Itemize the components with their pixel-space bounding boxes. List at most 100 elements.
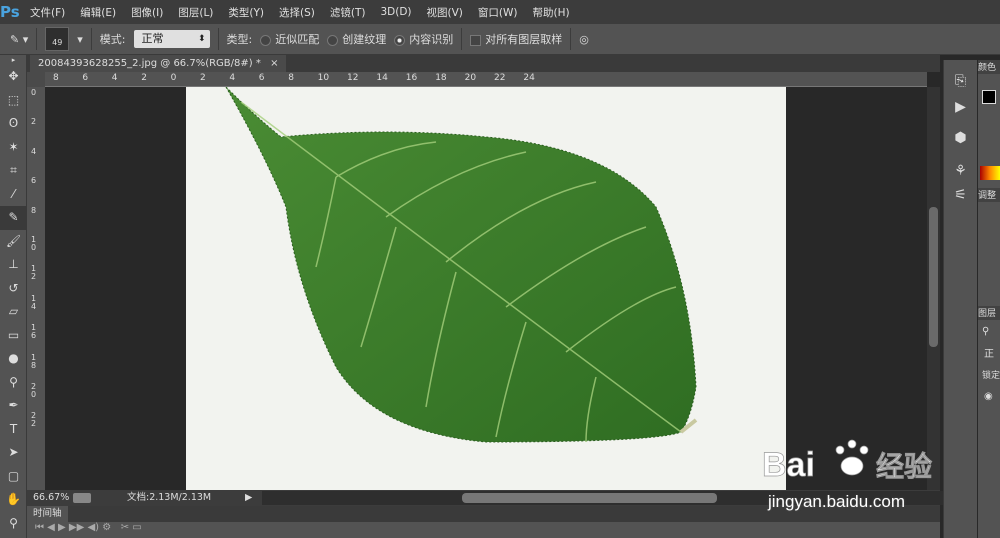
document-tab[interactable]: 20084393628255_2.jpg @ 66.7%(RGB/8#) * × (30, 55, 287, 72)
brush-size-picker[interactable]: 49 (45, 27, 70, 51)
zoom-level[interactable]: 66.67% (33, 490, 69, 506)
radio-proximity-match[interactable]: 近似匹配 (260, 31, 319, 47)
layer-search-icon[interactable]: ⚲ (982, 326, 1000, 337)
photoshop-logo: Ps (0, 3, 20, 21)
vertical-ruler: 0 2 4 6 8 10 12 14 16 18 20 22 (27, 87, 45, 490)
ruler-tick-label: 8 (53, 73, 59, 83)
menu-filter[interactable]: 滤镜(T) (330, 5, 366, 20)
menu-layer[interactable]: 图层(L) (178, 5, 213, 20)
options-bar: ✎ ▾ 49 ▾ 模式: 正常 类型: 近似匹配 创建纹理 内容识别 对所有图层… (0, 24, 1000, 55)
eyedropper-icon[interactable]: ⁄ (0, 183, 27, 207)
ruler-tick-label: 10 (31, 235, 37, 252)
close-tab-icon[interactable]: × (270, 58, 278, 69)
menu-window[interactable]: 窗口(W) (478, 5, 518, 20)
pen-tool-icon[interactable]: ✒ (0, 394, 27, 418)
ruler-tick-label: 4 (31, 146, 37, 156)
lasso-tool-icon[interactable]: ʘ (0, 112, 27, 136)
ruler-tick-label: 6 (82, 73, 89, 83)
eraser-icon[interactable]: ▱ (0, 300, 27, 324)
blur-icon[interactable]: ● (0, 347, 27, 371)
menu-3d[interactable]: 3D(D) (380, 6, 411, 18)
sample-all-layers-checkbox[interactable]: 对所有图层取样 (470, 31, 562, 47)
path-select-icon[interactable]: ➤ (0, 441, 27, 465)
type-label: 类型: (226, 33, 253, 46)
ruler-tick-label: 22 (494, 73, 506, 83)
right-panels: 颜色 调整 图层 ⚲ 正 锁定 ◉ (978, 60, 1000, 538)
mode-select[interactable]: 正常 (133, 30, 210, 48)
svg-text:经验: 经验 (876, 450, 932, 483)
radio-content-aware[interactable]: 内容识别 (394, 31, 453, 47)
type-tool-icon[interactable]: T (0, 418, 27, 442)
marquee-tool-icon[interactable]: ⬚ (0, 89, 27, 113)
scroll-thumb[interactable] (929, 207, 938, 347)
timeline-controls[interactable]: ⏮ ◀ ▶ ▶▶ ◀) ⚙ ✂ ▭ (27, 522, 940, 533)
ruler-tick-label: 4 (111, 73, 118, 83)
radio-create-texture[interactable]: 创建纹理 (327, 31, 386, 47)
gradient-icon[interactable]: ▭ (0, 324, 27, 348)
document-title: 20084393628255_2.jpg @ 66.7%(RGB/8#) * (38, 58, 261, 69)
blend-mode-select[interactable]: 正 (984, 345, 1000, 360)
document-info: 文档:2.13M/2.13M (127, 492, 212, 503)
checkbox-label: 对所有图层取样 (485, 33, 563, 46)
ruler-tick-label: 0 (170, 73, 177, 83)
ruler-tick-label: 24 (523, 73, 535, 83)
shape-tool-icon[interactable]: ▢ (0, 465, 27, 489)
ruler-tick-label: 20 (31, 382, 37, 399)
menu-edit[interactable]: 编辑(E) (80, 5, 116, 20)
ruler-tick-label: 0 (31, 88, 37, 97)
divider (570, 28, 572, 50)
brush-dropdown-icon[interactable]: ▾ (77, 33, 83, 46)
ruler-tick-label: 16 (31, 323, 37, 341)
ruler-tick-label: 18 (435, 73, 447, 83)
history-icon[interactable]: ⎘ (944, 66, 977, 96)
ruler-tick-label: 14 (31, 293, 37, 311)
status-menu-arrow-icon[interactable]: ▶ (245, 490, 252, 506)
spot-healing-brush-icon[interactable]: ✎ ▾ (10, 33, 28, 46)
divider (90, 28, 92, 50)
layers-panel-tab[interactable]: 图层 (978, 306, 1000, 320)
healing-brush-icon[interactable]: ✎ (0, 206, 27, 230)
pressure-icon[interactable]: ◎ (579, 33, 589, 46)
brush-presets-icon[interactable]: ⚘ (944, 158, 977, 184)
ruler-tick-label: 6 (258, 73, 265, 83)
zoom-tool-icon[interactable]: ⚲ (0, 512, 27, 536)
horizontal-ruler: 8 6 4 2 0 2 4 6 8 10 12 14 16 18 20 22 24 (45, 72, 927, 87)
3d-icon[interactable]: ⬢ (944, 118, 977, 158)
radio-label: 内容识别 (409, 33, 454, 46)
actions-play-icon[interactable]: ▶ (944, 96, 977, 118)
ruler-tick-label: 2 (31, 117, 37, 127)
image-canvas[interactable] (186, 87, 786, 490)
divider (461, 28, 463, 50)
crop-tool-icon[interactable]: ⌗ (0, 159, 27, 183)
mode-label: 模式: (99, 33, 126, 46)
timeline-tab[interactable]: 时间轴 (27, 506, 68, 522)
menu-image[interactable]: 图像(I) (131, 5, 163, 20)
menu-help[interactable]: 帮助(H) (533, 5, 570, 20)
hand-tool-icon[interactable]: ✋ (0, 488, 27, 512)
divider (36, 28, 38, 50)
ruler-tick-label: 2 (200, 73, 206, 83)
foreground-color-swatch[interactable] (982, 90, 996, 104)
stamp-tool-icon[interactable]: ⊥ (0, 253, 27, 277)
color-ramp[interactable] (980, 166, 1000, 180)
move-tool-icon[interactable]: ✥ (0, 65, 27, 89)
menu-select[interactable]: 选择(S) (279, 5, 315, 20)
adjustments-panel-tab[interactable]: 调整 (978, 188, 1000, 202)
baidu-watermark: Bai 经验 jingyan.baidu.com (760, 430, 960, 520)
ruler-tick-label: 10 (317, 73, 330, 83)
visibility-eye-icon[interactable]: ◉ (984, 391, 1000, 402)
scroll-thumb[interactable] (462, 493, 717, 503)
menu-file[interactable]: 文件(F) (30, 5, 65, 20)
menu-type[interactable]: 类型(Y) (228, 5, 264, 20)
ruler-tick-label: 20 (464, 73, 477, 83)
brush-tool-icon[interactable]: 🖌 (0, 230, 27, 254)
magic-wand-icon[interactable]: ✶ (0, 136, 27, 160)
menu-view[interactable]: 视图(V) (427, 5, 463, 20)
history-brush-icon[interactable]: ↺ (0, 277, 27, 301)
dodge-icon[interactable]: ⚲ (0, 371, 27, 395)
brush-settings-icon[interactable]: ⚟ (944, 184, 977, 206)
collapse-icon[interactable]: ▸ (0, 55, 27, 65)
ruler-tick-label: 14 (376, 73, 388, 83)
lock-label: 锁定 (982, 371, 1000, 381)
color-panel-tab[interactable]: 颜色 (978, 60, 1000, 74)
